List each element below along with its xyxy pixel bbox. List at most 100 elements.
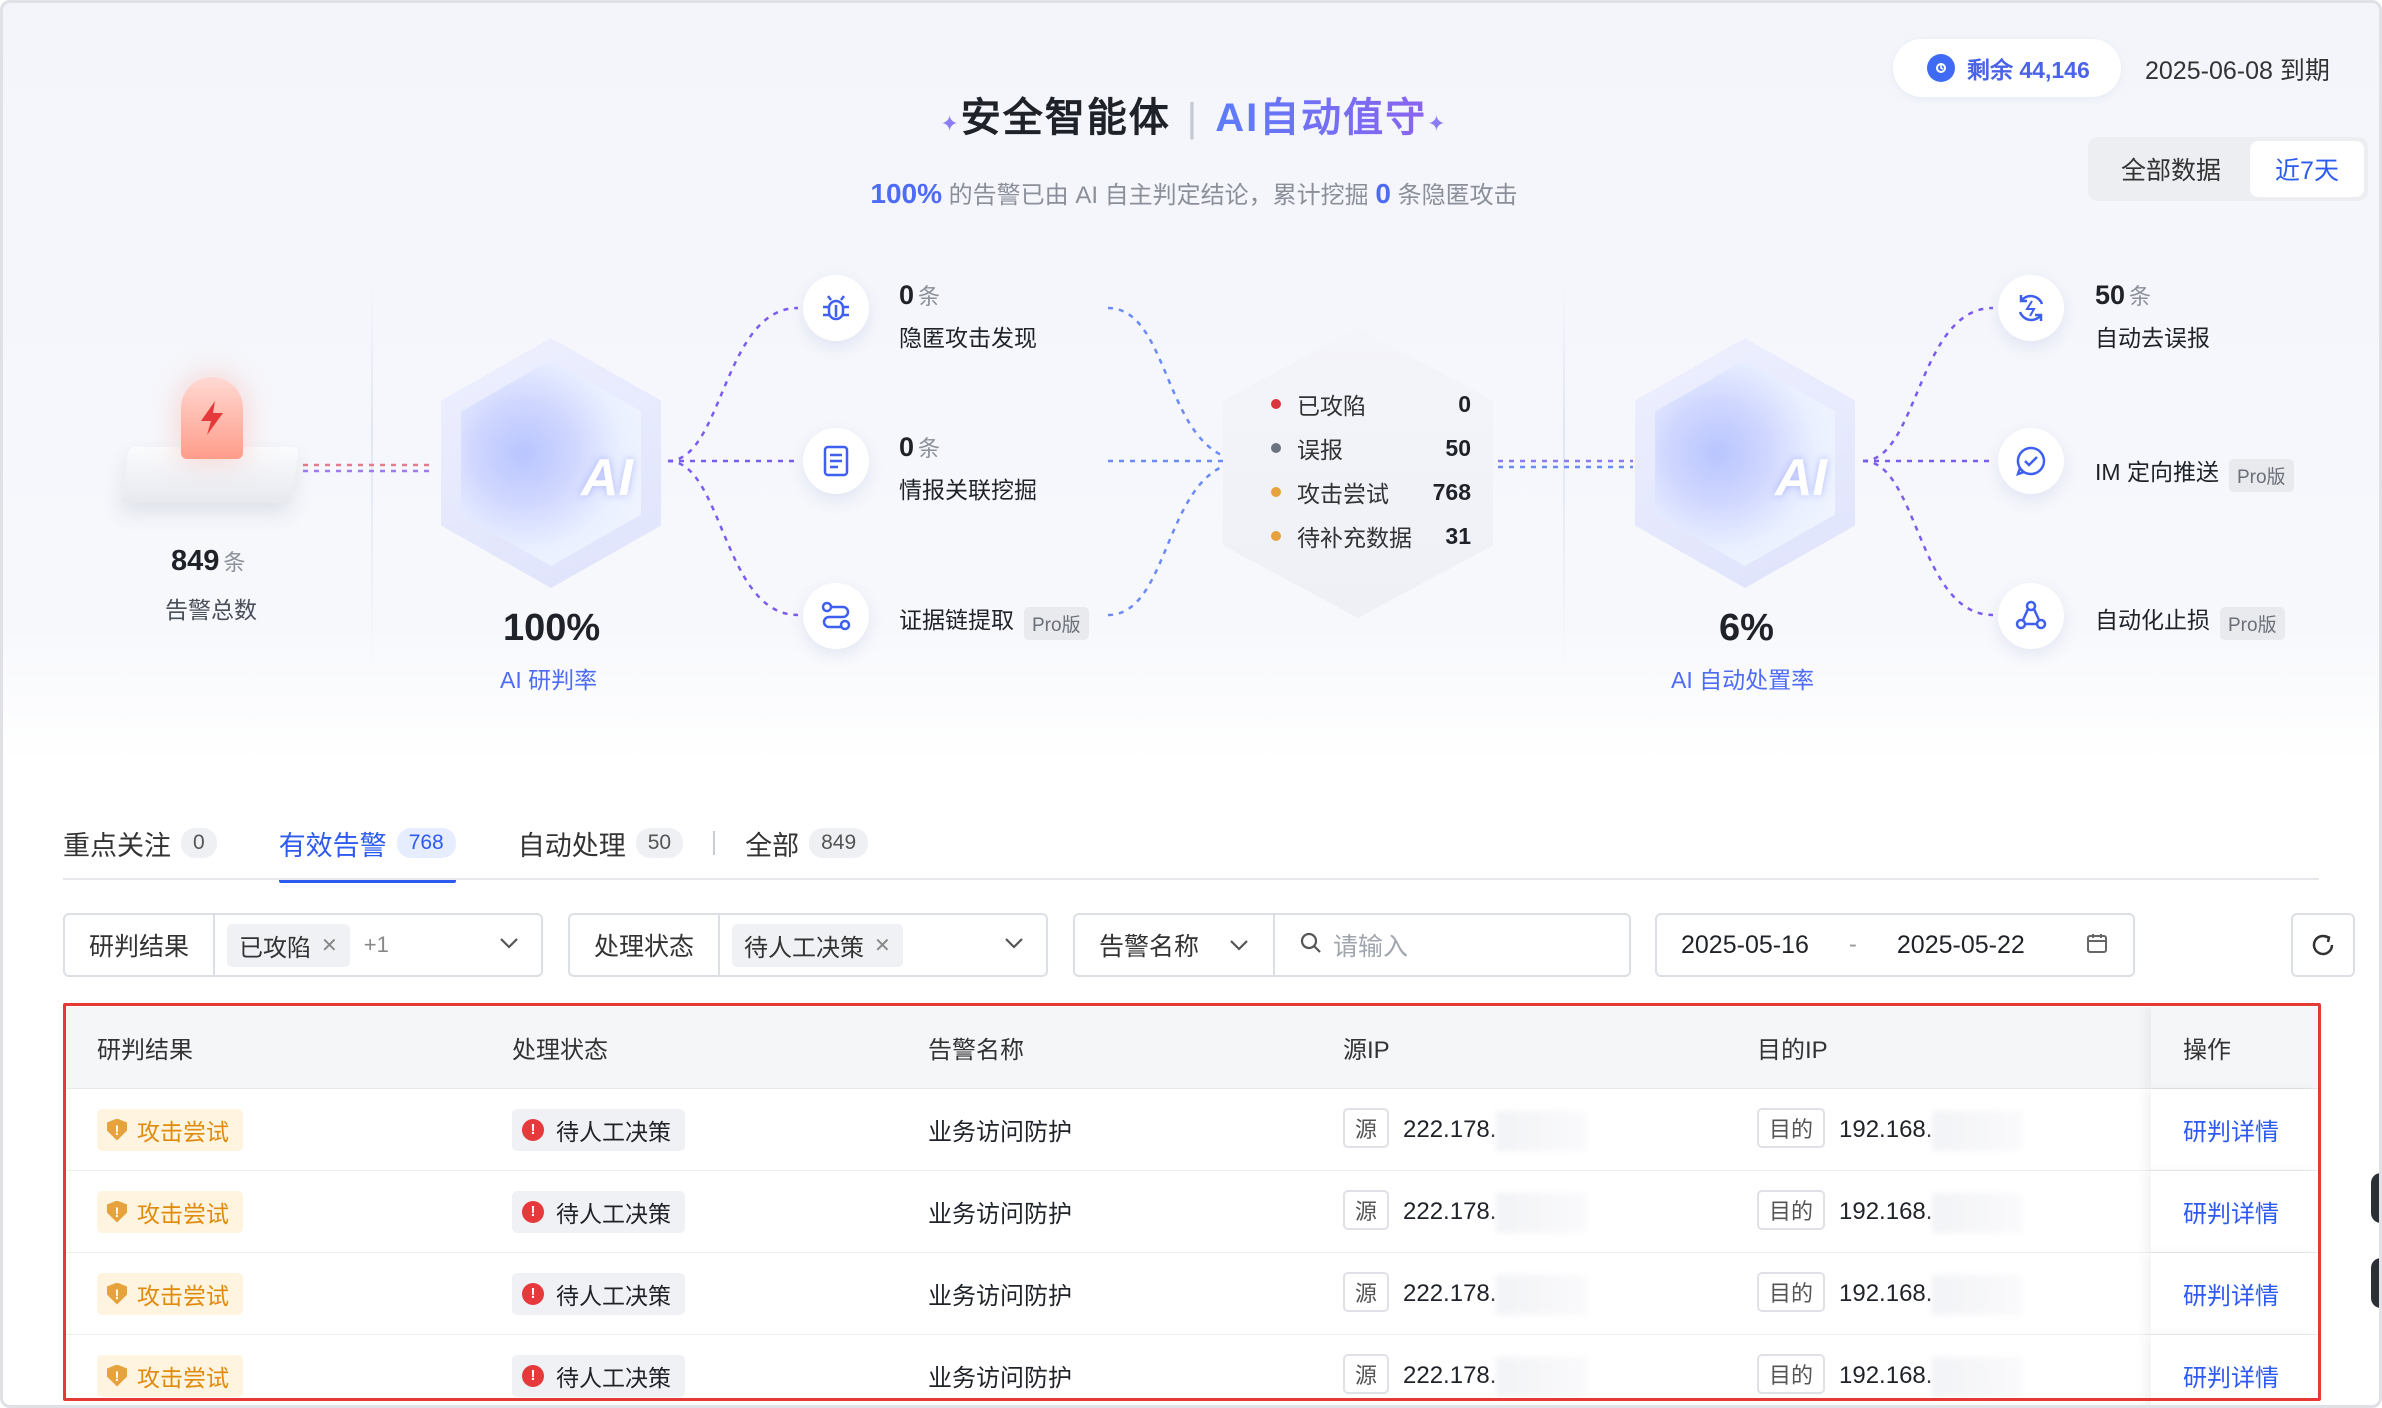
judge-badge: ! 攻击尝试 [97, 1354, 243, 1397]
detail-link[interactable]: 研判详情 [2183, 1194, 2279, 1229]
masked-ip [1496, 1192, 1587, 1233]
node-unit: 条 [918, 284, 941, 309]
stat-label: 攻击尝试 [1297, 481, 1389, 507]
tab-auto[interactable]: 自动处理 50 [517, 815, 684, 871]
status-text: 待人工决策 [556, 1282, 671, 1309]
date-range-picker[interactable]: 2025-05-16 - 2025-05-22 [1655, 913, 2135, 977]
table-row[interactable]: ! 攻击尝试 ! 待人工决策 业务访问防护 源 222.178. 目的 192.168.… [65, 1253, 2319, 1335]
ai-dispose-value: 6% [1719, 607, 1774, 649]
filter-label: 研判结果 [65, 915, 216, 975]
pro-badge: Pro版 [1024, 607, 1089, 641]
error-icon: ! [522, 1200, 544, 1223]
alert-name-filter[interactable]: 告警名称 请输入 [1073, 913, 1631, 977]
judge-badge: ! 攻击尝试 [97, 1272, 243, 1315]
src-ip-cell: 源 222.178. [1343, 1108, 1587, 1151]
side-handle[interactable] [2371, 1173, 2379, 1223]
stat-label: 待补充数据 [1297, 525, 1412, 551]
error-icon: ! [522, 1364, 544, 1387]
table-header: 研判结果 处理状态 告警名称 源IP 目的IP 操作 [65, 1007, 2319, 1089]
column-header: 源IP [1343, 1037, 1390, 1064]
dst-tag: 目的 [1757, 1108, 1826, 1149]
dst-tag: 目的 [1757, 1354, 1826, 1395]
src-ip: 222.178. [1403, 1362, 1497, 1390]
tab-focus[interactable]: 重点关注 0 [63, 815, 217, 871]
stat-value: 768 [1432, 478, 1471, 505]
node-title: 情报关联挖掘 [899, 477, 1037, 503]
ai-logo-icon: AI [1775, 449, 1827, 507]
alert-name-select[interactable]: 告警名称 [1075, 915, 1275, 975]
dst-ip-cell: 目的 192.168. [1757, 1108, 2023, 1151]
masked-ip [1932, 1356, 2023, 1397]
close-icon[interactable]: ✕ [321, 933, 338, 958]
ai-logo-icon: AI [581, 449, 633, 507]
refresh-button[interactable] [2291, 913, 2355, 977]
src-ip-cell: 源 222.178. [1343, 1354, 1587, 1397]
src-tag: 源 [1343, 1354, 1390, 1395]
judge-filter[interactable]: 研判结果 已攻陷 ✕ +1 [63, 913, 543, 977]
status-badge: ! 待人工决策 [512, 1354, 685, 1397]
stat-compromised: 已攻陷 0 [1271, 387, 1471, 421]
tab-all[interactable]: 全部 849 [745, 815, 869, 871]
app-frame: 剩余 44,146 2025-06-08 到期 全部数据 近7天 ✦安全智能体 |… [0, 0, 2382, 1408]
stat-label: 已攻陷 [1297, 393, 1366, 419]
status-dot [1271, 487, 1281, 497]
src-tag: 源 [1343, 1108, 1390, 1149]
column-header: 目的IP [1757, 1037, 1828, 1064]
alert-name: 业务访问防护 [928, 1201, 1072, 1228]
node-num: 0 [899, 280, 915, 310]
pro-badge: Pro版 [2228, 459, 2294, 493]
date-to[interactable]: 2025-05-22 [1897, 931, 2025, 960]
judge-text: 攻击尝试 [137, 1200, 229, 1227]
detail-link[interactable]: 研判详情 [2183, 1358, 2279, 1393]
status-dot [1271, 531, 1281, 541]
tab-count: 768 [396, 828, 456, 858]
table-row[interactable]: ! 攻击尝试 ! 待人工决策 业务访问防护 源 222.178. 目的 192.168.… [65, 1171, 2319, 1253]
alert-name: 业务访问防护 [928, 1119, 1072, 1146]
more-count: +1 [363, 932, 389, 957]
status-text: 待人工决策 [556, 1364, 671, 1391]
document-icon [803, 428, 869, 494]
table-row[interactable]: ! 攻击尝试 ! 待人工决策 业务访问防护 源 222.178. 目的 192.168.… [65, 1335, 2319, 1405]
status-filter[interactable]: 处理状态 待人工决策 ✕ [568, 913, 1048, 977]
chip-label: 待人工决策 [744, 934, 865, 962]
alert-tabs: 重点关注 0 有效告警 768 自动处理 50 全部 849 [63, 815, 930, 883]
search-input[interactable]: 请输入 [1333, 927, 1408, 963]
node-title: 隐匿攻击发现 [899, 325, 1037, 351]
filter-label: 告警名称 [1099, 933, 1200, 961]
src-ip: 222.178. [1403, 1198, 1497, 1226]
status-text: 待人工决策 [556, 1118, 671, 1145]
tab-effective[interactable]: 有效告警 768 [278, 815, 456, 883]
column-header: 处理状态 [512, 1037, 608, 1064]
filter-label: 处理状态 [570, 915, 721, 975]
ai-judge-value: 100% [503, 607, 601, 649]
search-icon [1299, 931, 1323, 960]
close-icon[interactable]: ✕ [874, 933, 891, 958]
chevron-down-icon[interactable] [499, 936, 519, 954]
dst-tag: 目的 [1757, 1272, 1826, 1313]
side-handle[interactable] [2371, 1258, 2379, 1308]
judge-text: 攻击尝试 [137, 1118, 229, 1145]
chevron-down-icon[interactable] [1004, 936, 1024, 954]
dst-ip: 192.168. [1839, 1280, 1933, 1308]
column-header: 研判结果 [97, 1037, 193, 1064]
date-from[interactable]: 2025-05-16 [1681, 931, 1809, 960]
table-row[interactable]: ! 攻击尝试 ! 待人工决策 业务访问防护 源 222.178. 目的 192.168.… [65, 1089, 2319, 1171]
detail-link[interactable]: 研判详情 [2183, 1276, 2279, 1311]
alert-name: 业务访问防护 [928, 1365, 1072, 1392]
node-evidence: 证据链提取 Pro版 [899, 601, 1089, 641]
stat-value: 31 [1445, 522, 1471, 549]
dst-ip: 192.168. [1839, 1116, 1933, 1144]
detail-link[interactable]: 研判详情 [2183, 1112, 2279, 1147]
nodes-icon [1998, 583, 2064, 649]
status-text: 待人工决策 [556, 1200, 671, 1227]
chat-check-icon [1998, 428, 2064, 494]
tab-count: 0 [181, 828, 217, 858]
src-ip: 222.178. [1403, 1116, 1497, 1144]
chevron-down-icon [1230, 940, 1248, 951]
shield-warning-icon: ! [107, 1200, 127, 1223]
tab-label: 自动处理 [517, 830, 626, 861]
column-header: 告警名称 [928, 1037, 1024, 1064]
src-ip-cell: 源 222.178. [1343, 1272, 1587, 1315]
tab-label: 有效告警 [278, 830, 387, 861]
ai-judge-label: AI 研判率 [500, 667, 598, 693]
